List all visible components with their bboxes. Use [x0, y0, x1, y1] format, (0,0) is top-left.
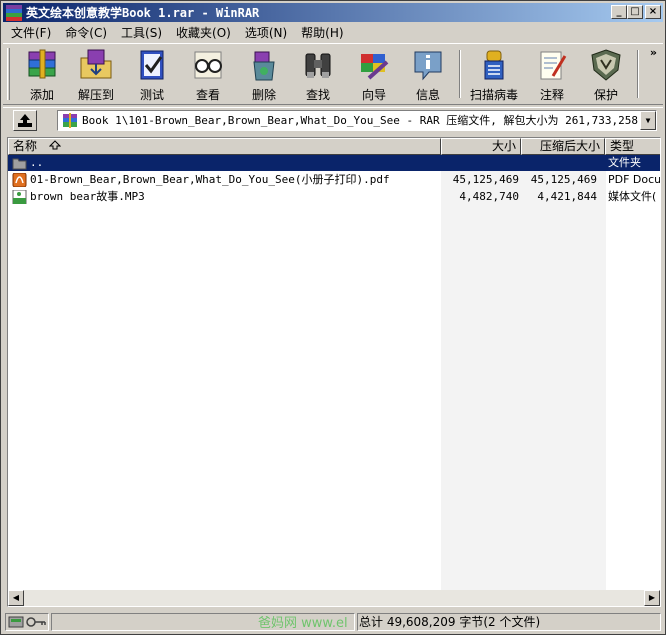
delete-label: 删除	[251, 88, 276, 102]
toolbar-separator	[459, 50, 461, 98]
wizard-label: 向导	[361, 88, 386, 102]
delete-button[interactable]: 删除	[237, 48, 291, 102]
toolbar-grip[interactable]	[7, 48, 10, 100]
toolbar-overflow-chevron[interactable]: »	[650, 46, 657, 59]
winrar-window: 英文绘本创意教学Book 1.rar - WinRAR _ □ × 文件(F) …	[0, 0, 666, 635]
archive-path-text: Book 1\101-Brown_Bear,Brown_Bear,What_Do…	[82, 114, 657, 127]
extract-folder-icon	[77, 48, 115, 82]
test-button[interactable]: 测试	[125, 48, 179, 102]
size-column-shading	[441, 155, 606, 593]
info-label: 信息	[415, 88, 440, 102]
extract-button[interactable]: 解压到	[69, 48, 123, 102]
file-type: 媒体文件(	[608, 190, 657, 203]
virus-scan-label: 扫描病毒	[469, 88, 518, 102]
column-name-label: 名称	[13, 139, 38, 153]
add-label: 添加	[29, 88, 54, 102]
table-row-parent-folder[interactable]: .. 文件夹	[8, 155, 660, 171]
comment-button[interactable]: 注释	[525, 48, 579, 102]
menu-commands[interactable]: 命令(C)	[57, 24, 113, 41]
file-list[interactable]: 名称 大小 压缩后大小 类型 .. 文件夹 01-Brown_Bear,Brow…	[7, 137, 661, 607]
virus-scan-icon	[475, 48, 513, 82]
up-arrow-icon	[18, 114, 32, 127]
toolbar-separator	[637, 50, 639, 98]
info-icon	[409, 48, 447, 82]
status-drive-segment	[5, 613, 49, 631]
column-name[interactable]: 名称	[8, 138, 441, 155]
protect-shield-icon	[587, 48, 625, 82]
column-header: 名称 大小 压缩后大小 类型	[8, 138, 660, 155]
comment-pen-icon	[533, 48, 571, 82]
up-folder-button[interactable]	[13, 110, 37, 131]
status-summary-text: 总计 49,608,209 字节(2 个文件)	[359, 615, 541, 629]
title-bar[interactable]: 英文绘本创意教学Book 1.rar - WinRAR _ □ ×	[3, 3, 663, 22]
table-row[interactable]: 01-Brown_Bear,Brown_Bear,What_Do_You_See…	[8, 172, 661, 188]
comment-label: 注释	[539, 88, 564, 102]
menu-options[interactable]: 选项(N)	[237, 24, 293, 41]
archive-books-icon	[23, 48, 61, 82]
file-name: ..	[30, 156, 44, 169]
address-bar: Book 1\101-Brown_Bear,Brown_Bear,What_Do…	[3, 107, 663, 133]
test-label: 测试	[139, 88, 164, 102]
extract-label: 解压到	[77, 88, 114, 102]
mp3-file-icon	[12, 189, 27, 205]
test-check-icon	[133, 48, 171, 82]
wizard-button[interactable]: 向导	[347, 48, 401, 102]
window-title: 英文绘本创意教学Book 1.rar - WinRAR	[26, 6, 260, 20]
file-packed-size: 4,421,844	[537, 190, 597, 203]
file-name: 01-Brown_Bear,Brown_Bear,What_Do_You_See…	[30, 173, 390, 186]
view-label: 查看	[195, 88, 220, 102]
add-button[interactable]: 添加	[15, 48, 69, 102]
close-button[interactable]: ×	[645, 5, 661, 19]
scroll-left-button[interactable]: ◀	[8, 590, 24, 606]
delete-bin-icon	[245, 48, 283, 82]
column-size[interactable]: 大小	[441, 138, 521, 155]
menu-favorites[interactable]: 收藏夹(O)	[168, 24, 237, 41]
protect-button[interactable]: 保护	[579, 48, 633, 102]
sort-up-arrow-icon	[48, 140, 62, 150]
file-size: 45,125,469	[452, 173, 519, 186]
scroll-right-button[interactable]: ▶	[644, 590, 660, 606]
folder-icon	[12, 156, 27, 170]
view-glasses-icon	[189, 48, 227, 82]
view-button[interactable]: 查看	[181, 48, 235, 102]
find-label: 查找	[305, 88, 330, 102]
column-packed[interactable]: 压缩后大小	[521, 138, 605, 155]
info-button[interactable]: 信息	[401, 48, 455, 102]
pdf-file-icon	[12, 172, 27, 188]
watermark-text: 爸妈网 www.el	[258, 616, 348, 631]
menu-bar: 文件(F) 命令(C) 工具(S) 收藏夹(O) 选项(N) 帮助(H)	[3, 23, 663, 42]
drive-key-icon	[8, 616, 46, 628]
path-dropdown-button[interactable]: ▼	[640, 111, 656, 130]
wizard-icon	[355, 48, 393, 82]
virus-scan-button[interactable]: 扫描病毒	[465, 48, 523, 102]
rar-archive-icon	[62, 113, 78, 129]
maximize-button[interactable]: □	[627, 5, 643, 19]
minimize-button[interactable]: _	[611, 5, 627, 19]
file-size: 4,482,740	[459, 190, 519, 203]
menu-file[interactable]: 文件(F)	[3, 24, 57, 41]
file-type: PDF Docum	[608, 173, 661, 186]
find-binoculars-icon	[299, 48, 337, 82]
toolbar: 添加 解压到 测试 查看 删除 查找 向导 信息 扫描病毒 注释 保护 »	[3, 43, 663, 105]
archive-path-field[interactable]: Book 1\101-Brown_Bear,Brown_Bear,What_Do…	[57, 110, 657, 131]
menu-tools[interactable]: 工具(S)	[113, 24, 168, 41]
menu-help[interactable]: 帮助(H)	[293, 24, 349, 41]
file-name: brown bear故事.MP3	[30, 190, 145, 203]
protect-label: 保护	[593, 88, 618, 102]
winrar-app-icon	[6, 4, 22, 21]
table-row[interactable]: brown bear故事.MP3 4,482,740 4,421,844 媒体文…	[8, 189, 660, 205]
find-button[interactable]: 查找	[291, 48, 345, 102]
column-type[interactable]: 类型	[605, 138, 660, 155]
file-type: 文件夹	[608, 156, 641, 169]
file-packed-size: 45,125,469	[530, 173, 597, 186]
horizontal-scrollbar[interactable]: ◀ ▶	[8, 590, 660, 606]
